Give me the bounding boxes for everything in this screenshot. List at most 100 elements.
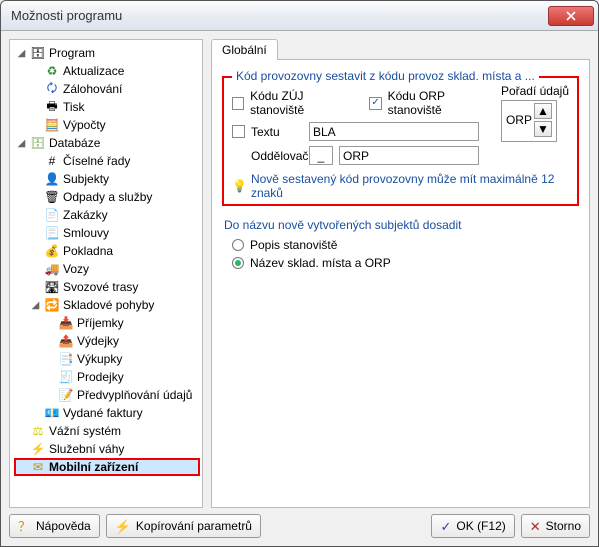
tree-node-tisk[interactable]: 🖶Tisk	[28, 98, 200, 116]
tree-node-prijemky[interactable]: 📥Příjemky	[42, 314, 200, 332]
route-icon: 🛣	[44, 279, 60, 295]
tree-node-aktualizace[interactable]: ♻Aktualizace	[28, 62, 200, 80]
tree-label: Vydané faktury	[63, 406, 143, 420]
checkbox-orp[interactable]	[369, 97, 381, 110]
options-tree: ◢ 🗄 Program ♻Aktualizace 🗘Zálohování 🖶Ti…	[12, 44, 200, 476]
tree-node-vypocty[interactable]: 🧮Výpočty	[28, 116, 200, 134]
cash-icon: 💰	[44, 243, 60, 259]
tree-label: Skladové pohyby	[63, 298, 154, 312]
tree-label: Předvyplňování údajů	[77, 388, 192, 402]
tree-node-predvyplnovani[interactable]: 📝Předvyplňování údajů	[42, 386, 200, 404]
tree-label: Subjekty	[63, 172, 109, 186]
window-body: ◢ 🗄 Program ♻Aktualizace 🗘Zálohování 🖶Ti…	[1, 31, 598, 546]
button-label: Nápověda	[36, 519, 91, 533]
radio-nazev[interactable]	[232, 257, 244, 269]
tree-label: Číselné řady	[63, 154, 130, 168]
tab-label: Globální	[222, 43, 267, 57]
tree-node-mobilni-zarizeni[interactable]: ✉Mobilní zařízení	[14, 458, 200, 476]
order-down-button[interactable]: ▼	[534, 121, 552, 137]
help-icon: ？	[18, 520, 31, 533]
tree-label: Výpočty	[63, 118, 106, 132]
checkbox-zuj[interactable]	[232, 97, 244, 110]
tree-label: Aktualizace	[63, 64, 124, 78]
database-icon: 🗄	[30, 135, 46, 151]
tree-label: Smlouvy	[63, 226, 109, 240]
person-icon: 👤	[44, 171, 60, 187]
tree-label: Odpady a služby	[63, 190, 152, 204]
tree-node-subjekty[interactable]: 👤Subjekty	[28, 170, 200, 188]
title-bar: Možnosti programu	[1, 1, 598, 31]
tab-global[interactable]: Globální	[211, 39, 278, 60]
button-label: Storno	[546, 519, 581, 533]
tree-node-prodejky[interactable]: 🧾Prodejky	[42, 368, 200, 386]
order-up-button[interactable]: ▲	[534, 103, 552, 119]
radio-row-popis[interactable]: Popis stanoviště	[232, 238, 579, 252]
tree-node-vozy[interactable]: 🚚Vozy	[28, 260, 200, 278]
tree-node-databaze[interactable]: ◢ 🗄 Databáze	[14, 134, 200, 152]
tree-label: Vozy	[63, 262, 89, 276]
main-area: ◢ 🗄 Program ♻Aktualizace 🗘Zálohování 🖶Ti…	[9, 39, 590, 508]
label-oddelovac: Oddělovač	[251, 149, 303, 163]
group-legend: Kód provozovny sestavit z kódu provoz sk…	[232, 69, 539, 83]
check-icon: ✓	[440, 520, 451, 533]
tree-node-zakazky[interactable]: 📄Zakázky	[28, 206, 200, 224]
tree-node-ciselne-rady[interactable]: #Číselné řady	[28, 152, 200, 170]
tree-node-vydane-faktury[interactable]: 💶Vydané faktury	[28, 404, 200, 422]
tree-node-zalohovani[interactable]: 🗘Zálohování	[28, 80, 200, 98]
tree-node-smlouvy[interactable]: 📃Smlouvy	[28, 224, 200, 242]
tree-node-odpady[interactable]: 🗑Odpady a služby	[28, 188, 200, 206]
tree-label: Služební váhy	[49, 442, 124, 456]
number-icon: #	[44, 153, 60, 169]
input-textu[interactable]	[309, 122, 479, 141]
copy-params-button[interactable]: ⚡Kopírování parametrů	[106, 514, 261, 538]
contract-icon: 📃	[44, 225, 60, 241]
tree-panel: ◢ 🗄 Program ♻Aktualizace 🗘Zálohování 🖶Ti…	[9, 39, 203, 508]
collapse-icon[interactable]: ◢	[30, 300, 41, 311]
tree-node-vazni-system[interactable]: ⚖Vážní systém	[14, 422, 200, 440]
bolt-icon: ⚡	[30, 441, 46, 457]
mobile-icon: ✉	[30, 459, 46, 475]
ok-button[interactable]: ✓OK (F12)	[431, 514, 514, 538]
close-button[interactable]	[548, 6, 594, 26]
tree-label: Příjemky	[77, 316, 124, 330]
checkbox-textu[interactable]	[232, 125, 245, 138]
tab-strip: Globální	[211, 39, 590, 59]
sale-icon: 🧾	[58, 369, 74, 385]
tree-label: Vážní systém	[49, 424, 121, 438]
options-window: Možnosti programu ◢ 🗄 Program	[0, 0, 599, 547]
tree-label: Výdejky	[77, 334, 119, 348]
tree-label: Tisk	[63, 100, 85, 114]
inbox-icon: 📥	[58, 315, 74, 331]
tree-label: Prodejky	[77, 370, 124, 384]
tree-node-vykupky[interactable]: 📑Výkupky	[42, 350, 200, 368]
preview-field	[339, 146, 479, 165]
radio-row-nazev[interactable]: Název sklad. místa a ORP	[232, 256, 579, 270]
order-box: ORP ▲ ▼	[501, 100, 557, 142]
calculator-icon: 🧮	[44, 117, 60, 133]
scale-icon: ⚖	[30, 423, 46, 439]
input-oddelovac[interactable]	[309, 146, 333, 165]
radio-nazev-label: Název sklad. místa a ORP	[250, 256, 391, 270]
cancel-button[interactable]: ✕Storno	[521, 514, 590, 538]
tree-label: Svozové trasy	[63, 280, 138, 294]
tree-node-vydejky[interactable]: 📤Výdejky	[42, 332, 200, 350]
invoice-icon: 💶	[44, 405, 60, 421]
checkbox-orp-label: Kódu ORP stanoviště	[388, 89, 493, 117]
tree-label: Pokladna	[63, 244, 113, 258]
tip-row: 💡 Nově sestavený kód provozovny může mít…	[232, 172, 569, 200]
prefill-icon: 📝	[58, 387, 74, 403]
radio-popis[interactable]	[232, 239, 244, 251]
collapse-icon[interactable]: ◢	[16, 138, 27, 149]
checkbox-zuj-label: Kódu ZÚJ stanoviště	[250, 89, 352, 117]
collapse-icon[interactable]: ◢	[16, 48, 27, 59]
tree-node-pokladna[interactable]: 💰Pokladna	[28, 242, 200, 260]
tree-node-sluzebni-vahy[interactable]: ⚡Služební váhy	[14, 440, 200, 458]
tree-node-svozove-trasy[interactable]: 🛣Svozové trasy	[28, 278, 200, 296]
transfer-icon: 🔁	[44, 297, 60, 313]
help-button[interactable]: ？ Nápověda	[9, 514, 100, 538]
tree-label: Databáze	[49, 136, 100, 150]
tree-node-skladove-pohyby[interactable]: ◢🔁Skladové pohyby	[28, 296, 200, 314]
tree-node-program[interactable]: ◢ 🗄 Program	[14, 44, 200, 62]
tree-label: Zakázky	[63, 208, 108, 222]
window-title: Možnosti programu	[11, 8, 548, 23]
